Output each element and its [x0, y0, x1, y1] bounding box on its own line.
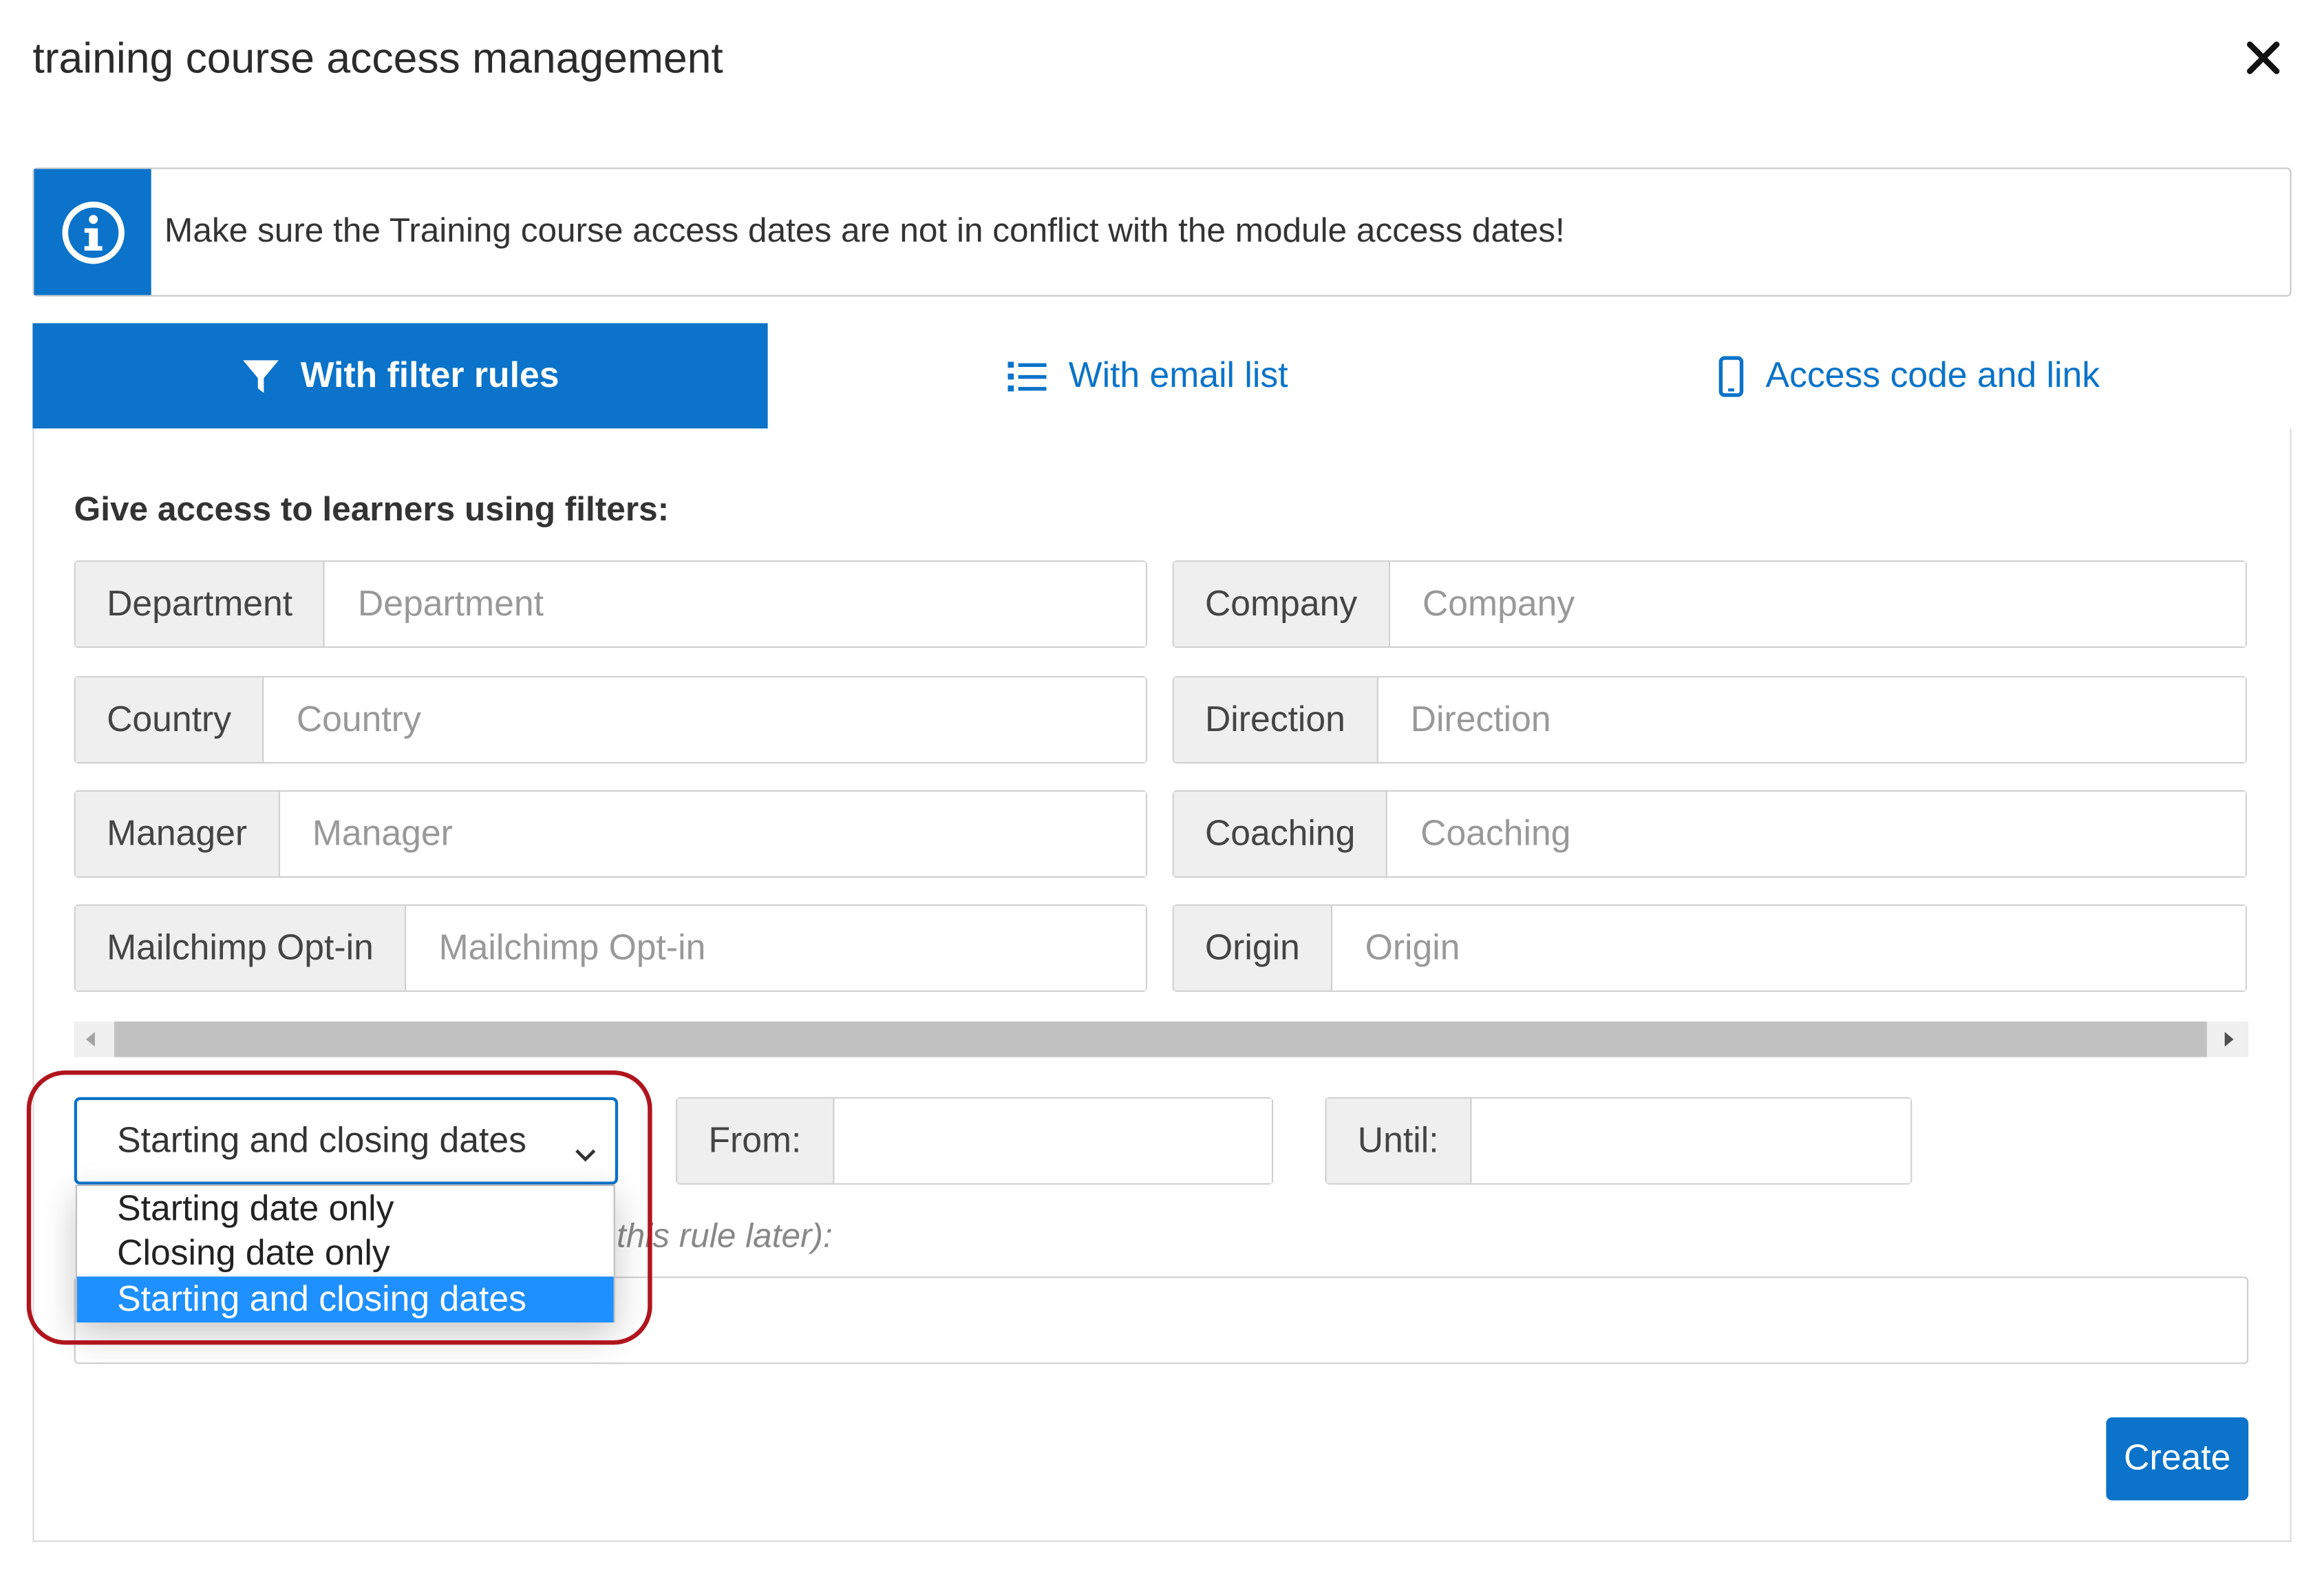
filters-heading: Give access to learners using filters: — [74, 489, 670, 528]
from-label: From: — [677, 1098, 834, 1183]
department-filter: Department — [74, 560, 1147, 648]
rule-name-label: this rule later): — [616, 1216, 833, 1255]
tab-label: With email list — [1068, 355, 1288, 395]
origin-filter: Origin — [1172, 904, 2248, 992]
scroll-right-icon[interactable] — [2224, 1031, 2234, 1047]
list-icon — [1006, 358, 1047, 394]
from-date-input[interactable] — [833, 1098, 1272, 1183]
until-date-group: Until: — [1325, 1097, 1912, 1185]
date-mode-select[interactable]: Starting and closing dates — [74, 1097, 619, 1185]
info-alert: Make sure the Training course access dat… — [32, 167, 2292, 297]
dropdown-option-starting-only[interactable]: Starting date only — [77, 1186, 614, 1232]
tab-filter-rules[interactable]: With filter rules — [32, 323, 768, 429]
manager-input[interactable] — [279, 792, 1146, 876]
company-input[interactable] — [1389, 562, 2246, 647]
scroll-left-icon[interactable] — [85, 1031, 95, 1047]
until-date-input[interactable] — [1471, 1098, 1911, 1183]
company-filter: Company — [1172, 560, 2248, 648]
field-label: Company — [1173, 562, 1390, 647]
filter-icon — [242, 357, 280, 395]
mailchimp-filter: Mailchimp Opt-in — [74, 904, 1147, 992]
close-icon[interactable] — [2238, 32, 2288, 83]
manager-filter: Manager — [74, 790, 1147, 878]
date-mode-value: Starting and closing dates — [117, 1120, 526, 1161]
horizontal-scrollbar[interactable] — [74, 1021, 2249, 1057]
scrollbar-thumb[interactable] — [114, 1021, 2207, 1057]
direction-input[interactable] — [1378, 677, 2246, 763]
field-label: Direction — [1173, 677, 1378, 763]
tab-email-list[interactable]: With email list — [768, 324, 1527, 429]
direction-filter: Direction — [1172, 676, 2248, 764]
from-date-group: From: — [676, 1097, 1274, 1185]
field-label: Coaching — [1173, 792, 1388, 876]
dropdown-option-starting-closing[interactable]: Starting and closing dates — [76, 1276, 614, 1323]
chevron-down-icon — [573, 1132, 597, 1174]
date-mode-dropdown: Starting date only Closing date only Sta… — [75, 1184, 615, 1323]
country-input[interactable] — [264, 677, 1146, 763]
field-label: Mailchimp Opt-in — [75, 905, 407, 991]
field-label: Origin — [1173, 905, 1333, 991]
create-button[interactable]: Create — [2106, 1417, 2249, 1501]
tab-label: With filter rules — [300, 355, 559, 395]
field-label: Department — [75, 562, 326, 647]
dropdown-option-closing-only[interactable]: Closing date only — [77, 1231, 614, 1277]
department-input[interactable] — [325, 562, 1146, 647]
origin-input[interactable] — [1332, 905, 2246, 991]
tab-access-code[interactable]: Access code and link — [1526, 324, 2291, 429]
until-label: Until: — [1326, 1098, 1471, 1183]
field-label: Manager — [75, 792, 280, 876]
coaching-filter: Coaching — [1172, 790, 2248, 878]
dialog: training course access management Make s… — [0, 0, 2324, 1551]
info-circle-icon — [34, 169, 151, 295]
mobile-icon — [1718, 355, 1745, 397]
field-label: Country — [75, 677, 264, 763]
dialog-title: training course access management — [32, 35, 723, 83]
tab-bar: With filter rules With email list Access… — [32, 323, 2291, 429]
mailchimp-input[interactable] — [406, 905, 1146, 991]
alert-message: Make sure the Training course access dat… — [164, 210, 1565, 249]
country-filter: Country — [74, 676, 1147, 764]
coaching-input[interactable] — [1387, 792, 2246, 876]
tab-label: Access code and link — [1765, 355, 2100, 395]
